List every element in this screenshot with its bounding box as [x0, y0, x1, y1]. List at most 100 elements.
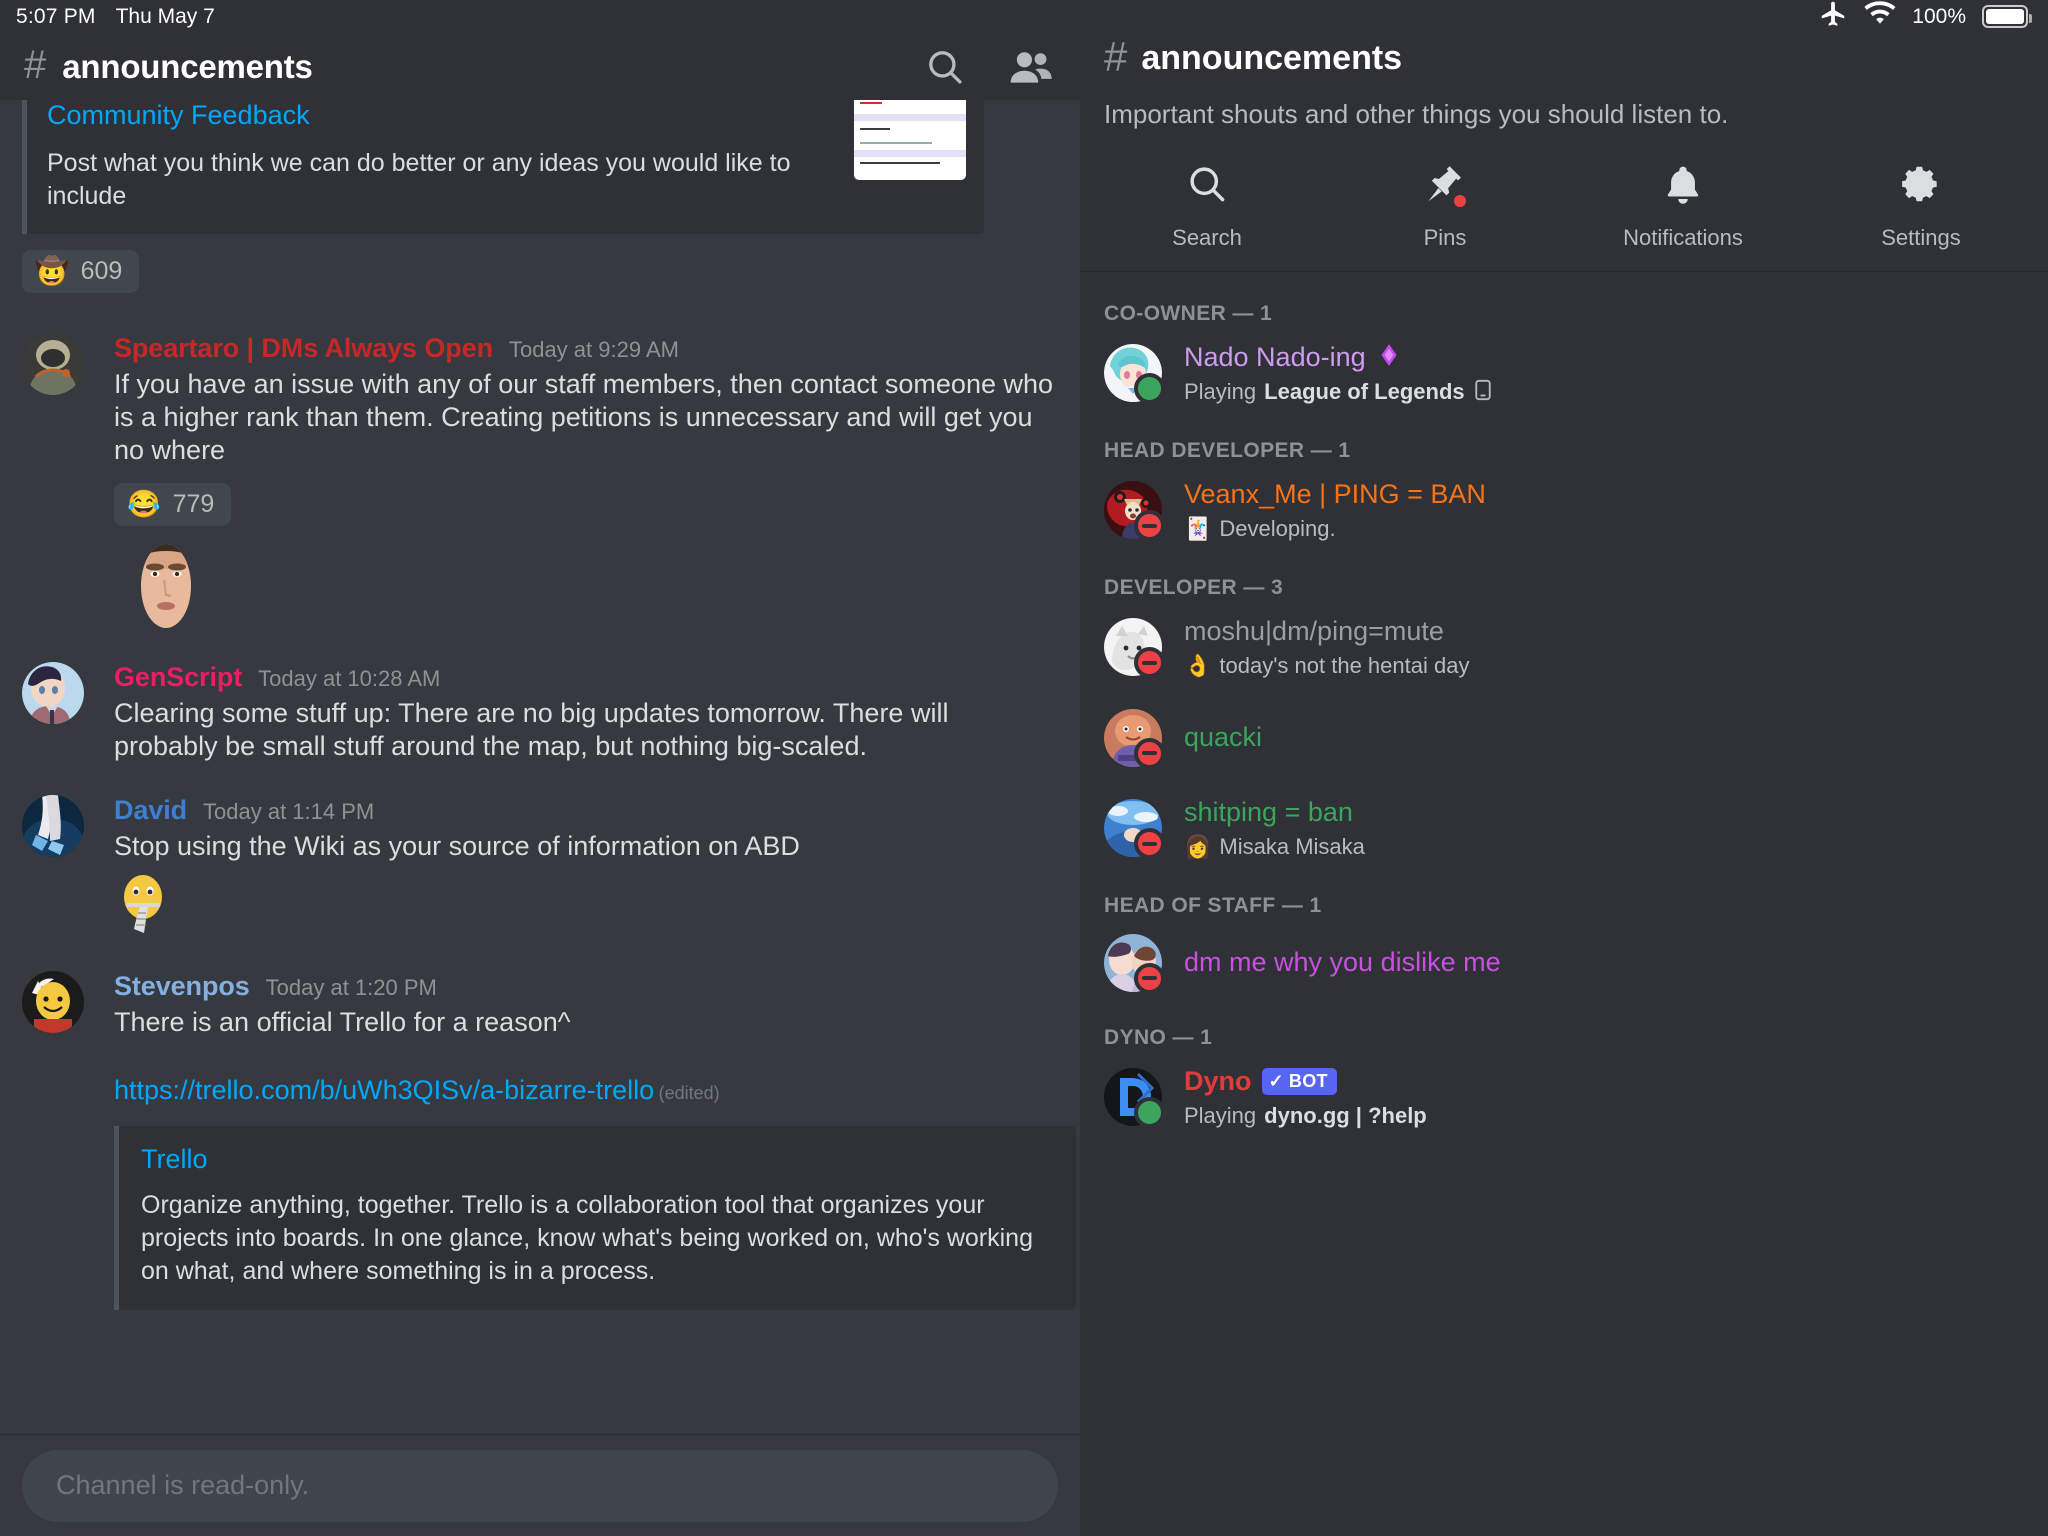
avatar[interactable] [22, 794, 84, 857]
member-activity: 🃏 Developing. [1184, 516, 2024, 542]
member-group-header: HEAD DEVELOPER — 1 [1104, 438, 1351, 462]
channel-title: announcements [1141, 39, 1403, 77]
message-list[interactable]: Community Feedback Post what you think w… [0, 100, 1080, 1434]
member-name[interactable]: quacki [1184, 722, 1262, 753]
message-embed-community-feedback[interactable]: Community Feedback Post what you think w… [22, 100, 984, 234]
member-activity: 👌 today's not the hentai day [1184, 653, 2024, 679]
edited-label: (edited) [658, 1082, 720, 1103]
message-row[interactable]: GenScript Today at 10:28 AM Clearing som… [22, 661, 1058, 763]
member-name[interactable]: Nado Nado-ing [1184, 342, 1366, 373]
member-info: quacki [1184, 722, 2024, 753]
message-timestamp: Today at 1:20 PM [265, 974, 437, 1000]
member-row[interactable]: Veanx_Me | PING = BAN 🃏 Developing. [1080, 463, 2048, 546]
message-embed-trello[interactable]: Trello Organize anything, together. Trel… [114, 1125, 1076, 1310]
action-search[interactable]: Search [1088, 162, 1326, 251]
member-row[interactable]: moshu|dm/ping=mute 👌 today's not the hent… [1080, 600, 2048, 683]
message-header: Speartaro | DMs Always Open Today at 9:2… [114, 333, 1058, 364]
message-row[interactable]: David Today at 1:14 PM Stop using the Wi… [22, 794, 1058, 937]
search-icon[interactable] [924, 46, 966, 88]
message-author[interactable]: Stevenpos [114, 971, 250, 1002]
hash-icon: # [1104, 32, 1128, 80]
message-input[interactable]: Channel is read-only. [22, 1449, 1058, 1522]
reaction-count: 609 [80, 257, 123, 285]
member-group-header: DEVELOPER — 3 [1104, 575, 1284, 599]
action-settings[interactable]: Settings [1802, 162, 2040, 251]
message-author[interactable]: Speartaro | DMs Always Open [114, 333, 493, 364]
status-indicator-dnd [1134, 737, 1165, 769]
status-indicator-online [1134, 373, 1165, 405]
message-text: Stop using the Wiki as your source of in… [114, 830, 800, 861]
action-notifications[interactable]: Notifications [1564, 162, 1802, 251]
message-author[interactable]: GenScript [114, 662, 242, 693]
channel-info-header: # announcements Important shouts and oth… [1080, 33, 2048, 132]
message-row[interactable]: Stevenpos Today at 1:20 PM There is an o… [22, 970, 1076, 1310]
embed-title[interactable]: Community Feedback [47, 100, 840, 131]
member-name[interactable]: dm me why you dislike me [1184, 947, 1501, 978]
message-timestamp: Today at 1:14 PM [203, 798, 375, 824]
message-header: David Today at 1:14 PM [114, 795, 1058, 826]
member-name-row: Veanx_Me | PING = BAN [1184, 479, 2024, 510]
reaction-chip[interactable]: 😂 779 [114, 482, 232, 526]
member-row[interactable]: shitping = ban 👩 Misaka Misaka [1080, 771, 2048, 864]
message-timestamp: Today at 9:29 AM [508, 337, 679, 362]
activity-name: League of Legends [1264, 378, 1465, 404]
member-activity: 👩 Misaka Misaka [1184, 834, 2024, 860]
embed-description: Organize anything, together. Trello is a… [141, 1190, 1033, 1285]
member-row[interactable]: Nado Nado-ing Playing League of Legends [1080, 326, 2048, 409]
gear-icon [1899, 162, 1943, 211]
channel-title-row: # announcements [1104, 32, 2024, 80]
reaction-chip[interactable]: 🤠 609 [22, 250, 140, 293]
avatar-wrapper [1104, 933, 1165, 994]
member-group-header: DYNO — 1 [1104, 1025, 1213, 1049]
activity-emoji: 🃏 [1184, 515, 1212, 541]
member-activity: Playing dyno.gg | ?help [1184, 1103, 2024, 1129]
member-row[interactable]: Dyno ✓ BOT Playing dyno.gg | ?help [1080, 1050, 2048, 1133]
bot-label: BOT [1288, 1070, 1328, 1091]
member-name[interactable]: Dyno [1184, 1066, 1252, 1097]
status-indicator-dnd [1134, 647, 1165, 679]
avatar[interactable] [22, 661, 84, 724]
status-indicator-dnd [1134, 828, 1165, 860]
pin-badge [1454, 194, 1466, 207]
message-row[interactable]: Speartaro | DMs Always Open Today at 9:2… [22, 333, 1058, 628]
member-row[interactable]: dm me why you dislike me [1080, 918, 2048, 996]
avatar-wrapper [1104, 708, 1165, 769]
avatar-wrapper [1104, 618, 1165, 679]
joy-emoji: 😂 [127, 488, 161, 519]
action-label: Settings [1881, 224, 1961, 250]
search-icon [1185, 162, 1229, 211]
member-list[interactable]: CO-OWNER — 1 Nado Nado-ing Playing Leagu… [1080, 272, 2048, 1536]
activity-name: dyno.gg | ?help [1264, 1102, 1427, 1128]
message-body: GenScript Today at 10:28 AM Clearing som… [114, 662, 1058, 763]
action-pins[interactable]: Pins [1326, 162, 1564, 251]
message-body: Stevenpos Today at 1:20 PM There is an o… [114, 971, 1076, 1310]
member-info: Veanx_Me | PING = BAN 🃏 Developing. [1184, 479, 2024, 542]
members-icon[interactable] [1008, 46, 1054, 88]
zipper-mouth-emoji[interactable] [114, 869, 172, 937]
member-group-header: HEAD OF STAFF — 1 [1104, 893, 1322, 917]
member-group-header: CO-OWNER — 1 [1104, 301, 1273, 325]
member-info: moshu|dm/ping=mute 👌 today's not the hent… [1184, 616, 2024, 679]
bot-badge: ✓ BOT [1261, 1067, 1337, 1095]
member-name-row: moshu|dm/ping=mute [1184, 616, 2024, 647]
embed-thumbnail[interactable] [854, 100, 966, 180]
member-row[interactable]: quacki [1080, 683, 2048, 771]
wifi-icon [1864, 1, 1896, 32]
member-name[interactable]: Veanx_Me | PING = BAN [1184, 479, 1486, 510]
embed-title[interactable]: Trello [141, 1144, 1054, 1175]
member-name-row: shitping = ban [1184, 797, 2024, 828]
avatar[interactable] [22, 970, 84, 1033]
status-bar-right: 100% [1080, 0, 2048, 33]
message-header: GenScript Today at 10:28 AM [114, 662, 1058, 693]
custom-face-emoji[interactable] [138, 540, 194, 628]
member-name[interactable]: moshu|dm/ping=mute [1184, 616, 1444, 647]
message-text: If you have an issue with any of our sta… [114, 369, 1054, 465]
avatar-wrapper [1104, 481, 1165, 542]
activity-emoji: 👌 [1184, 652, 1212, 678]
trello-link[interactable]: https://trello.com/b/uWh3QISv/a-bizarre-… [114, 1075, 654, 1105]
avatar[interactable] [22, 333, 84, 395]
status-bar-time: 5:07 PM [16, 4, 96, 28]
status-bar-left: 5:07 PM Thu May 7 [0, 0, 1080, 33]
message-author[interactable]: David [114, 795, 187, 826]
member-name[interactable]: shitping = ban [1184, 797, 1353, 828]
